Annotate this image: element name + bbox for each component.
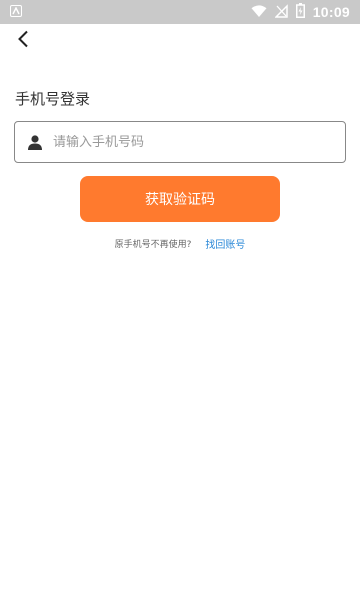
chevron-left-icon	[18, 30, 28, 48]
status-bar: 10:09	[0, 0, 360, 24]
wifi-icon	[251, 3, 267, 22]
recover-account-link[interactable]: 找回账号	[205, 236, 245, 251]
recover-row: 原手机号不再使用? 找回账号	[0, 236, 360, 251]
user-icon	[27, 134, 43, 150]
hint-text: 原手机号不再使用?	[114, 240, 192, 250]
no-sim-icon	[273, 3, 288, 22]
battery-charging-icon	[295, 2, 305, 22]
get-code-button[interactable]: 获取验证码	[80, 176, 280, 222]
phone-field[interactable]	[14, 121, 346, 163]
phone-input[interactable]	[53, 134, 323, 150]
back-button[interactable]	[12, 28, 34, 50]
app-notification-icon	[10, 5, 22, 17]
status-time: 10:09	[312, 4, 350, 20]
page-title: 手机号登录	[15, 90, 91, 108]
